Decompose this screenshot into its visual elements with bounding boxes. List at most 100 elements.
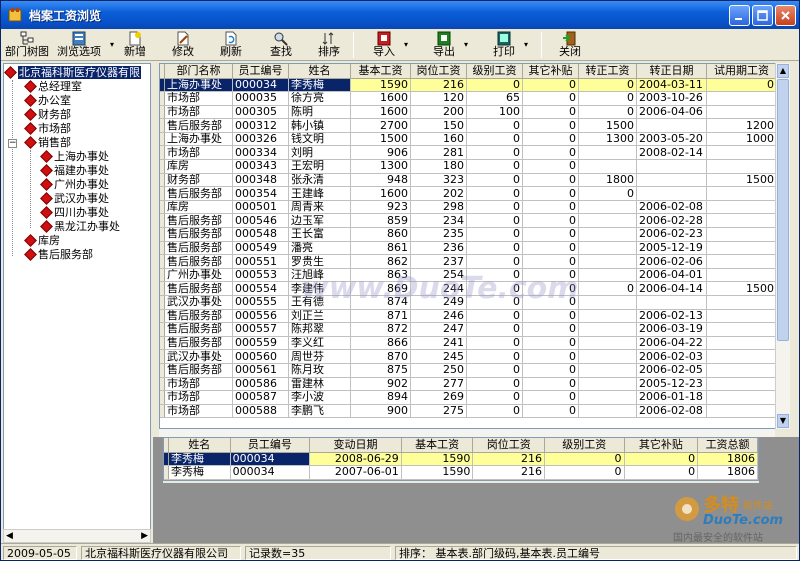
tree-node-office[interactable]: 四川办事处 (40, 206, 109, 220)
table-cell[interactable]: 2006-02-06 (636, 254, 707, 269)
table-cell[interactable]: 216 (472, 452, 546, 467)
table-cell[interactable]: 2006-02-28 (636, 213, 707, 229)
table-cell[interactable] (706, 254, 777, 269)
table-cell[interactable] (578, 322, 637, 337)
table-cell[interactable]: 0 (522, 132, 579, 147)
maximize-button[interactable] (752, 5, 773, 26)
tree-view-button[interactable]: 部门树图 (5, 30, 49, 60)
table-row[interactable]: 售后服务部 000556 刘正兰 871 246 0 0 2006-02-13 (160, 309, 777, 324)
table-cell[interactable] (706, 295, 777, 310)
table-cell[interactable]: 1806 (697, 465, 758, 480)
dropdown-arrow-icon[interactable]: ▾ (464, 40, 468, 49)
table-cell[interactable]: 1200 (706, 118, 777, 133)
table-cell[interactable]: 0 (466, 118, 523, 133)
scroll-right-icon[interactable]: ▶ (141, 531, 148, 541)
table-cell[interactable]: 860 (350, 227, 411, 242)
table-cell[interactable]: 0 (544, 465, 625, 480)
tree-node-office[interactable]: 上海办事处 (40, 150, 109, 164)
dropdown-arrow-icon[interactable]: ▾ (524, 40, 528, 49)
column-header[interactable]: 岗位工资 (472, 438, 546, 453)
table-row[interactable]: 售后服务部 000557 陈邦翠 872 247 0 0 2006-03-19 (160, 322, 777, 337)
table-cell[interactable]: 库房 (164, 159, 233, 174)
table-row[interactable]: 市场部 000588 李鹏飞 900 275 0 0 2006-02-08 (160, 404, 777, 419)
tree-node-dept[interactable]: 销售部 (24, 136, 71, 150)
scroll-thumb[interactable] (777, 79, 789, 341)
collapse-toggle[interactable]: − (8, 139, 17, 148)
find-button[interactable]: 查找 (265, 30, 297, 60)
table-cell[interactable]: 160 (410, 132, 467, 147)
table-cell[interactable]: 周青来 (288, 200, 351, 215)
table-cell[interactable]: 潘亮 (288, 241, 351, 256)
table-cell[interactable]: 246 (410, 309, 467, 324)
table-cell[interactable]: 0 (466, 186, 523, 201)
table-cell[interactable]: 1000 (706, 132, 777, 147)
browse-options-button[interactable]: 浏览选项 ▾ (53, 30, 114, 60)
table-cell[interactable]: 售后服务部 (164, 213, 233, 229)
table-cell[interactable]: 1500 (578, 118, 637, 133)
table-cell[interactable] (578, 309, 637, 324)
table-cell[interactable]: 000551 (232, 254, 289, 269)
column-header[interactable]: 岗位工资 (410, 64, 467, 79)
table-cell[interactable]: 售后服务部 (164, 281, 233, 296)
table-cell[interactable]: 0 (466, 213, 523, 229)
table-cell[interactable]: 市场部 (164, 390, 233, 405)
title-bar[interactable]: 档案工资浏览 (1, 1, 799, 29)
table-row[interactable]: 上海办事处 000034 李秀梅 1590 216 0 0 0 2004-03-11 0 (160, 78, 777, 93)
table-cell[interactable]: 刘明 (288, 145, 351, 161)
table-row[interactable]: 售后服务部 000559 李义红 866 241 0 0 2006-04-22 (160, 336, 777, 351)
table-cell[interactable]: 000588 (232, 404, 289, 419)
scroll-down-icon[interactable]: ▼ (777, 414, 789, 428)
table-cell[interactable]: 0 (522, 254, 579, 269)
table-cell[interactable]: 售后服务部 (164, 309, 233, 324)
table-cell[interactable]: 张永清 (288, 173, 351, 188)
table-cell[interactable]: 275 (410, 404, 467, 419)
table-cell[interactable]: 202 (410, 186, 467, 201)
table-cell[interactable]: 2006-02-23 (636, 227, 707, 242)
table-cell[interactable]: 边玉军 (288, 213, 351, 229)
table-cell[interactable]: 923 (350, 200, 411, 215)
table-row[interactable]: 售后服务部 000551 罗贵生 862 237 0 0 2006-02-06 (160, 254, 777, 269)
table-cell[interactable] (706, 377, 777, 392)
close-window-button[interactable]: 关闭 (555, 30, 585, 60)
scroll-left-icon[interactable]: ◀ (6, 531, 13, 541)
table-row[interactable]: 售后服务部 000546 边玉军 859 234 0 0 2006-02-28 (160, 213, 777, 229)
table-cell[interactable]: 售后服务部 (164, 336, 233, 351)
column-header[interactable]: 级别工资 (544, 438, 625, 453)
table-cell[interactable]: 000586 (232, 377, 289, 392)
table-cell[interactable]: 周世芬 (288, 349, 351, 364)
table-cell[interactable]: 王建峰 (288, 186, 351, 201)
table-cell[interactable] (706, 200, 777, 215)
table-row[interactable]: 库房 000501 周青来 923 298 0 0 2006-02-08 (160, 200, 777, 215)
table-cell[interactable]: 894 (350, 390, 411, 405)
table-cell[interactable]: 861 (350, 241, 411, 256)
detail-row[interactable]: 李秀梅 000034 2007-06-01 1590 216 0 0 1806 (164, 465, 758, 480)
column-header[interactable]: 基本工资 (401, 438, 474, 453)
table-cell[interactable] (706, 105, 777, 120)
table-cell[interactable]: 0 (578, 281, 637, 296)
table-cell[interactable]: 财务部 (164, 173, 233, 188)
department-tree[interactable]: 北京福科斯医疗仪器有限 总经理室 办公室 财务部 市场部 − 销售部 上海办事处… (3, 63, 151, 543)
table-cell[interactable] (636, 173, 707, 188)
table-cell[interactable]: 0 (522, 200, 579, 215)
table-cell[interactable]: 0 (522, 377, 579, 392)
column-header[interactable]: 转正工资 (578, 64, 637, 79)
table-cell[interactable]: 2007-06-01 (309, 465, 402, 480)
table-cell[interactable]: 000559 (232, 336, 289, 351)
scroll-up-icon[interactable]: ▲ (777, 64, 789, 78)
table-cell[interactable]: 2006-02-03 (636, 349, 707, 364)
table-cell[interactable]: 市场部 (164, 145, 233, 161)
table-cell[interactable]: 000556 (232, 309, 289, 324)
table-cell[interactable]: 1590 (401, 452, 474, 467)
table-cell[interactable]: 245 (410, 349, 467, 364)
table-cell[interactable] (636, 118, 707, 133)
table-cell[interactable]: 0 (522, 213, 579, 229)
table-cell[interactable]: 902 (350, 377, 411, 392)
table-cell[interactable]: 1300 (578, 132, 637, 147)
table-cell[interactable]: 150 (410, 118, 467, 133)
table-cell[interactable]: 0 (522, 404, 579, 419)
table-cell[interactable] (578, 241, 637, 256)
table-cell[interactable]: 862 (350, 254, 411, 269)
column-header[interactable]: 基本工资 (350, 64, 411, 79)
table-cell[interactable] (706, 349, 777, 364)
table-cell[interactable]: 000554 (232, 281, 289, 296)
